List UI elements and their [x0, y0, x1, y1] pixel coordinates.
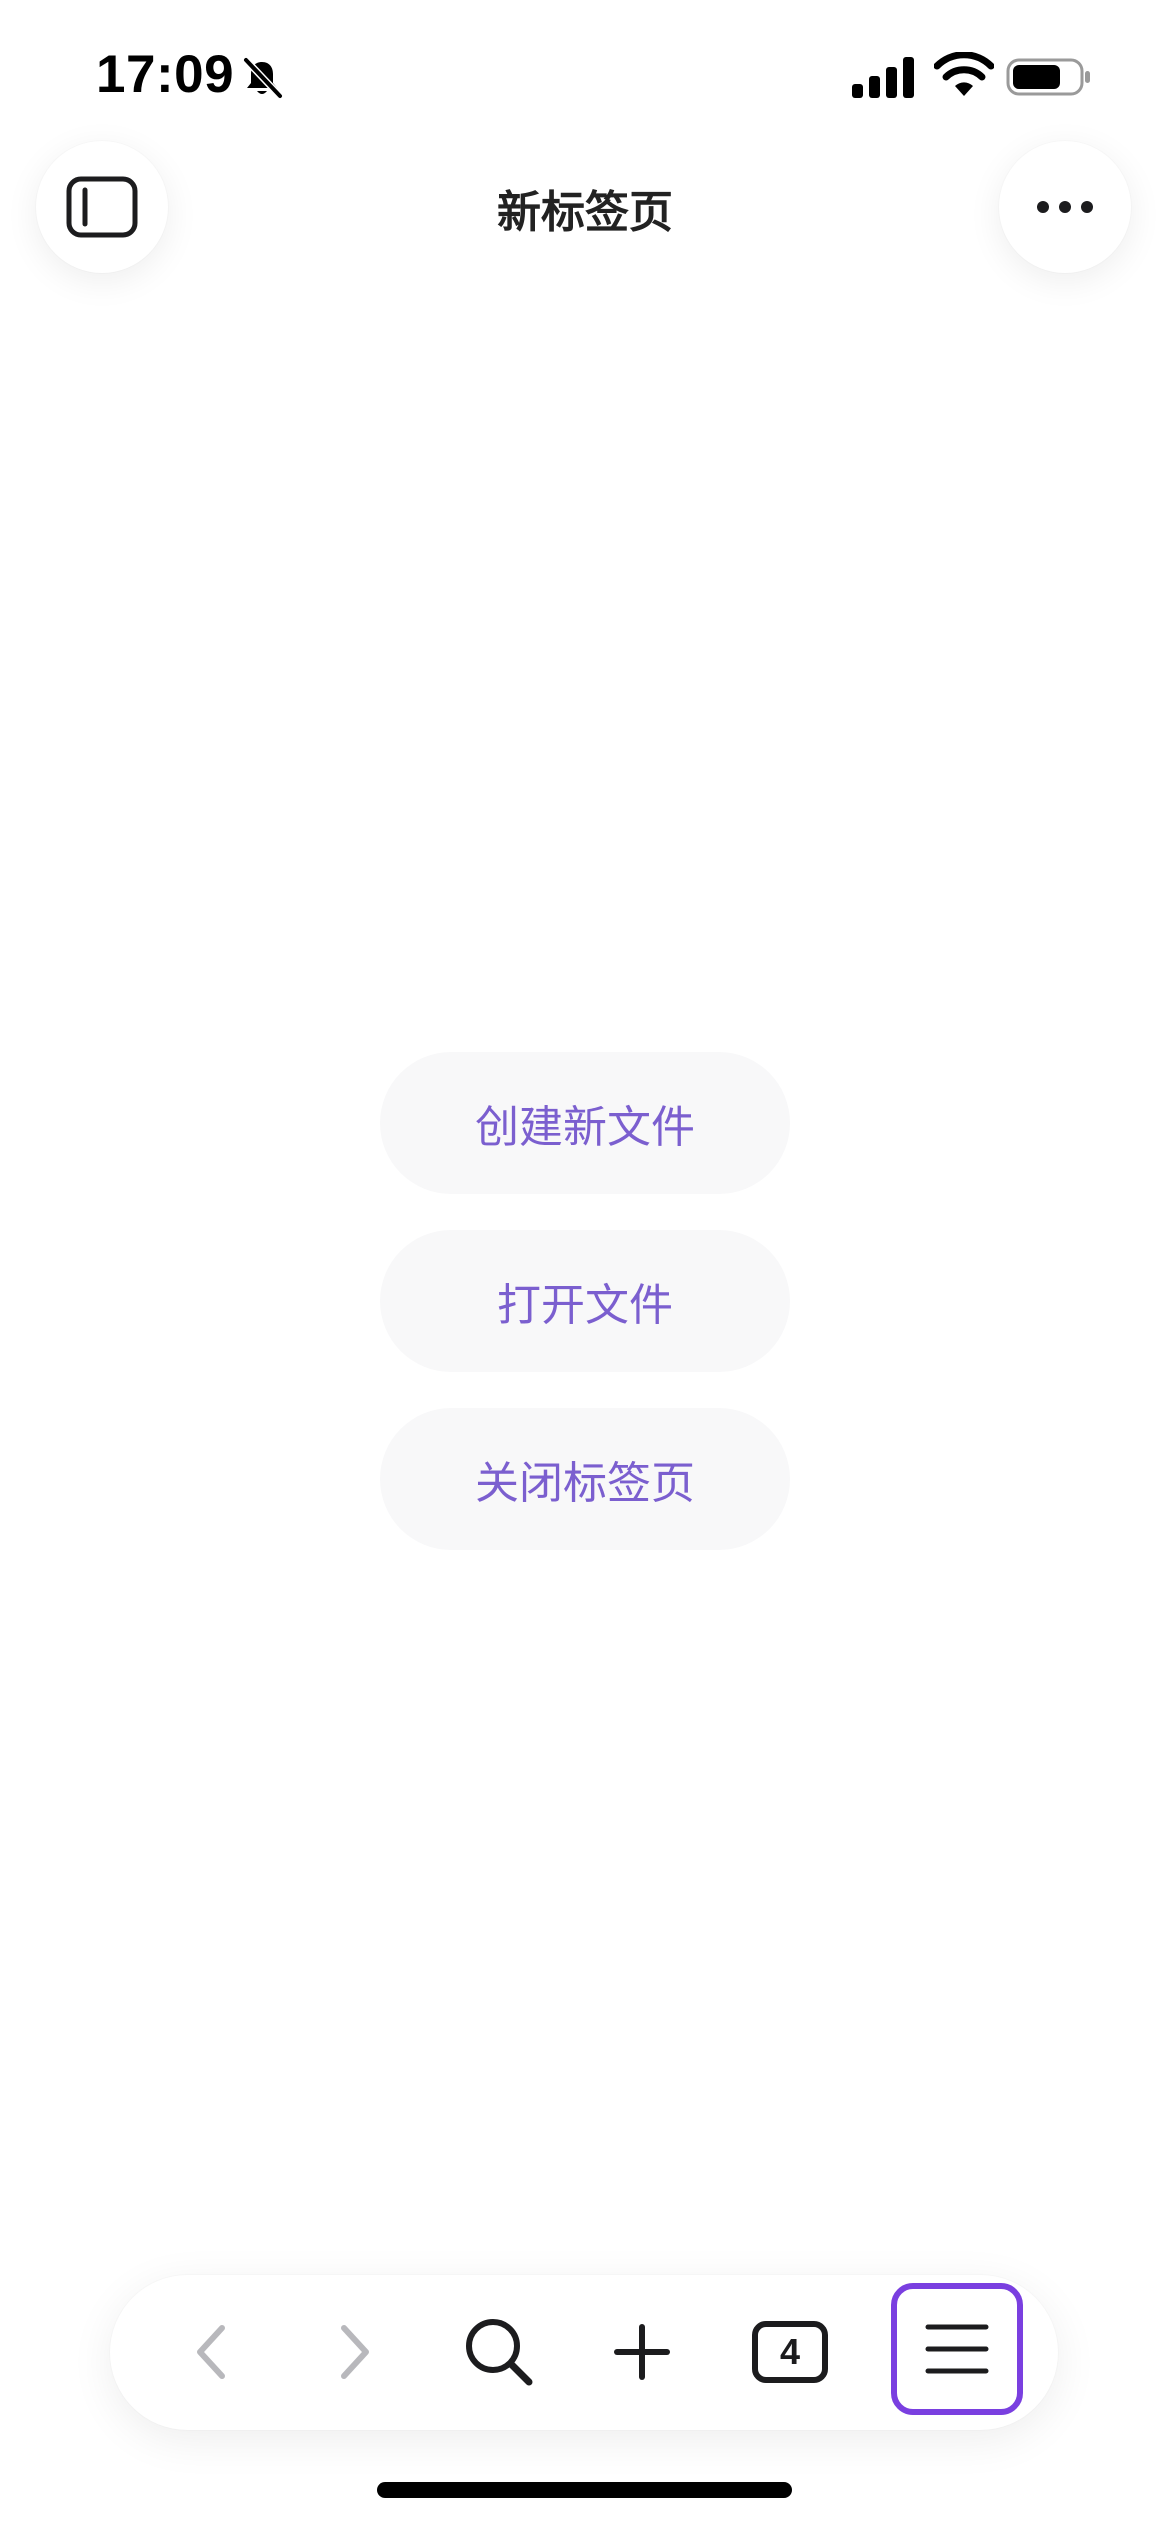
open-file-button[interactable]: 打开文件 — [380, 1230, 790, 1372]
new-tab-button[interactable] — [600, 2310, 684, 2394]
home-indicator[interactable] — [377, 2482, 792, 2498]
tab-switcher-icon: 4 — [752, 2321, 828, 2383]
back-icon — [197, 2325, 225, 2379]
menu-icon — [925, 2324, 989, 2374]
cellular-signal-icon — [852, 57, 914, 98]
wifi-icon — [934, 52, 994, 96]
more-options-button[interactable] — [999, 141, 1131, 273]
tab-switcher-button[interactable]: 4 — [740, 2310, 840, 2394]
bottom-toolbar: 4 — [110, 2275, 1058, 2430]
menu-button[interactable] — [891, 2283, 1023, 2415]
status-time: 17:09 — [96, 45, 235, 104]
back-button[interactable] — [170, 2310, 254, 2394]
forward-button[interactable] — [312, 2310, 396, 2394]
status-bar: 17:09 — [0, 0, 1170, 140]
tab-count: 4 — [779, 2331, 801, 2372]
search-icon — [466, 2319, 533, 2386]
page-title: 新标签页 — [497, 187, 673, 238]
more-horizontal-icon — [1037, 201, 1093, 213]
battery-icon — [1006, 58, 1090, 96]
new-tab-icon — [614, 2324, 670, 2380]
screen: 17:09 新标签页 创建新文件 打开文件 关闭标签页 4 — [0, 0, 1170, 2532]
search-button[interactable] — [454, 2307, 544, 2397]
bell-slash-icon — [243, 57, 283, 99]
forward-icon — [341, 2325, 369, 2379]
create-new-file-button[interactable]: 创建新文件 — [380, 1052, 790, 1194]
close-tab-button[interactable]: 关闭标签页 — [380, 1408, 790, 1550]
